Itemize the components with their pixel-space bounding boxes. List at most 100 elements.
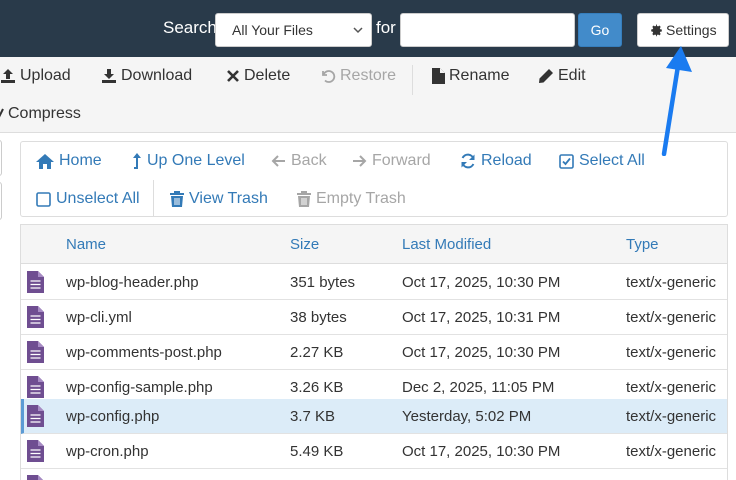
unselect-all-label: Unselect All [56,190,140,207]
upload-label: Upload [20,67,71,84]
file-modified: Dec 2, 2025, 11:05 PM [402,379,555,396]
file-size: 38 bytes [290,309,347,326]
checkbox-empty-icon [36,191,51,207]
file-type: text/x-generic [626,344,717,361]
column-header-size[interactable]: Size [290,236,319,253]
settings-button[interactable]: Settings [637,13,729,47]
chevron-down-icon [353,27,363,34]
unselect-all-button[interactable]: Unselect All [36,190,140,208]
pencil-icon [539,69,553,83]
compress-icon [0,108,4,118]
view-trash-button[interactable]: View Trash [170,190,268,208]
file-name: wp-config.php [66,408,160,425]
edit-button[interactable]: Edit [538,67,586,85]
file-toolbar: Upload Download Delete Restore Rename Ed… [0,57,736,133]
file-modified: Oct 17, 2025, 10:31 PM [402,309,561,326]
refresh-icon [461,153,475,169]
settings-label: Settings [666,22,717,38]
compress-button[interactable]: Compress [0,105,81,123]
search-for-label: for [376,18,396,37]
view-trash-label: View Trash [189,190,268,207]
gear-icon [651,24,662,37]
column-header-name[interactable]: Name [66,236,106,253]
back-button[interactable]: Back [271,152,327,170]
trash-icon [297,191,311,207]
search-scope-select[interactable]: All Your Files [215,13,372,47]
reload-label: Reload [481,152,532,169]
up-one-level-label: Up One Level [147,152,245,169]
table-row[interactable]: wp-cron.php 5.49 KB Oct 17, 2025, 10:30 … [21,434,727,469]
file-text-icon [27,376,44,398]
file-type: text/x-generic [626,309,717,326]
undo-icon [322,70,336,83]
back-label: Back [291,152,327,169]
arrow-right-icon [353,155,367,167]
reload-button[interactable]: Reload [460,152,532,170]
trash-icon [170,191,184,207]
up-one-level-button[interactable]: Up One Level [130,152,245,170]
delete-button[interactable]: Delete [226,67,290,85]
restore-button[interactable]: Restore [320,67,396,85]
file-name: wp-cli.yml [66,309,132,326]
search-input[interactable] [400,13,575,47]
delete-label: Delete [244,67,291,84]
compress-label: Compress [8,105,81,122]
file-modified: Yesterday, 5:02 PM [402,408,532,425]
download-label: Download [121,67,193,84]
forward-button[interactable]: Forward [352,152,431,170]
upload-button[interactable]: Upload [0,67,71,85]
search-scope-value: All Your Files [232,22,313,38]
column-header-last-modified[interactable]: Last Modified [402,236,491,253]
file-size: 3.26 KB [290,379,344,396]
toolbar-divider [412,65,413,95]
file-size: 2.27 KB [290,344,344,361]
file-name: wp-comments-post.php [66,344,222,361]
home-button[interactable]: Home [36,152,102,170]
file-size: 5.49 KB [290,443,344,460]
file-name: wp-blog-header.php [66,274,199,291]
select-all-label: Select All [579,152,645,169]
file-type: text/x-generic [626,443,717,460]
file-type: text/x-generic [626,408,717,425]
edit-label: Edit [558,67,586,84]
table-row-partial[interactable] [21,469,727,480]
table-row[interactable]: wp-blog-header.php 351 bytes Oct 17, 202… [21,265,727,300]
restore-label: Restore [340,67,397,84]
download-icon [102,69,116,83]
close-icon [227,70,239,82]
table-row-selected[interactable]: wp-config.php 3.7 KB Yesterday, 5:02 PM … [21,399,727,434]
table-row[interactable]: wp-cli.yml 38 bytes Oct 17, 2025, 10:31 … [21,300,727,335]
column-header-type[interactable]: Type [626,236,659,253]
annotation-arrow-icon [661,46,692,156]
file-table: Name Size Last Modified Type wp-blog-hea… [20,224,728,480]
rename-label: Rename [449,67,510,84]
tree-panel-edge [0,140,2,176]
table-row[interactable]: wp-comments-post.php 2.27 KB Oct 17, 202… [21,335,727,370]
forward-label: Forward [372,152,431,169]
select-all-button[interactable]: Select All [559,152,645,170]
home-icon [36,153,54,169]
file-name: wp-cron.php [66,443,149,460]
file-size: 351 bytes [290,274,356,291]
level-up-icon [133,153,141,169]
file-text-icon [27,440,44,462]
file-modified: Oct 17, 2025, 10:30 PM [402,344,561,361]
tree-panel-edge [0,182,2,220]
file-type: text/x-generic [626,379,717,396]
file-text-icon [27,271,44,293]
file-name: wp-config-sample.php [66,379,213,396]
search-label: Search [163,18,217,37]
go-button[interactable]: Go [578,13,622,47]
navigation-bar: Home Up One Level Back Forward Reload Se… [20,141,728,217]
empty-trash-button[interactable]: Empty Trash [297,190,406,208]
file-type: text/x-generic [626,274,717,291]
rename-button[interactable]: Rename [432,67,509,85]
home-label: Home [59,152,102,169]
upload-icon [1,69,15,83]
file-text-icon [27,475,43,480]
download-button[interactable]: Download [101,67,192,85]
file-size: 3.7 KB [290,408,336,425]
file-text-icon [27,405,44,427]
search-bar: Search All Your Files for Go Settings [0,0,736,57]
file-modified: Oct 17, 2025, 10:30 PM [402,443,561,460]
